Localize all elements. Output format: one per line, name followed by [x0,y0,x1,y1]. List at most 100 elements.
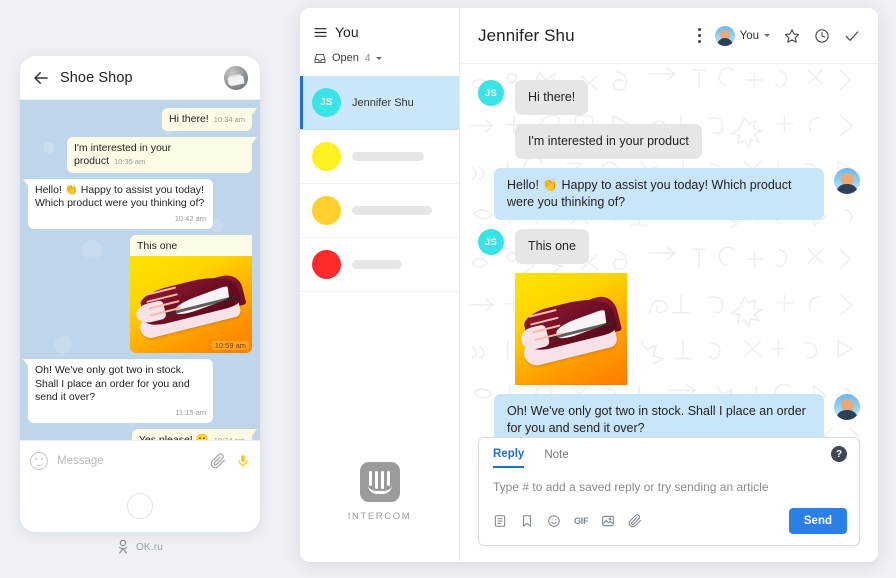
reply-composer: Reply Note ? Type # to add a saved reply… [478,437,860,546]
okru-logo-icon [118,540,128,554]
okru-footer: OK.ru [20,540,260,554]
list-item[interactable] [300,184,459,238]
agent-avatar [834,168,860,194]
intercom-branding: INTERCOM [300,462,459,562]
avatar: JS [312,88,341,117]
checkmark-close-icon[interactable] [844,28,860,44]
screenshot-stage: Shoe Shop Hi there! 10:34 am I'm interest… [0,0,896,578]
clock-snooze-icon[interactable] [814,28,830,44]
phone-message-row: Oh! We've only got two in stock. Shall I… [23,359,252,423]
star-icon[interactable] [784,28,800,44]
chevron-down-icon[interactable] [764,34,770,37]
image-icon[interactable] [601,514,615,528]
phone-bubble-image[interactable]: This one 10:59 am [130,235,252,353]
message-row: JS Hi there! [478,80,860,115]
phone-message-thread: Hi there! 10:34 am I'm interested in your… [20,100,260,440]
phone-message-time: 10:59 am [211,341,249,350]
gif-icon[interactable]: GIF [574,516,589,526]
avatar-spacer [478,124,504,150]
message-row: I'm interested in your product [478,124,860,159]
attachment-paperclip-icon[interactable] [628,514,642,528]
message-bubble-incoming: Hi there! [515,80,589,115]
assignee-label: You [739,29,759,42]
list-item[interactable] [300,130,459,184]
inbox-filter-count: 4 [364,52,371,64]
phone-bubble-outgoing: Hi there! 10:34 am [162,108,257,131]
sidebar-item-jennifer-shu[interactable]: JS Jennifer Shu [300,76,459,130]
phone-message-row: Yes please! 😄 10:34 am [28,429,258,440]
phone-bubble-outgoing: I'm interested in your product 10:35 am [67,136,257,173]
more-vertical-icon[interactable] [697,28,701,43]
composer-wrapper: Reply Note ? Type # to add a saved reply… [460,437,878,562]
list-item[interactable] [300,238,459,292]
placeholder-bar [352,260,402,269]
phone-bubble-incoming: Hello! 👏 Happy to assist you today! Whic… [23,178,213,229]
tab-note[interactable]: Note [544,449,568,467]
conversation-panel: Jennifer Shu You JS Hi there! I'm intere… [460,8,878,562]
avatar: JS [478,229,504,255]
avatar [312,142,341,171]
sneaker-product-image[interactable]: 10:59 am [130,256,252,353]
phone-message-text: Oh! We've only got two in stock. Shall I… [35,364,190,403]
emoji-smiley-icon[interactable] [30,451,48,470]
inbox-account-label: You [335,24,359,40]
saved-reply-bookmark-icon[interactable] [520,514,534,528]
tab-reply[interactable]: Reply [493,448,525,468]
phone-message-time: 10:34 am [213,115,245,124]
hamburger-menu-icon[interactable] [314,27,327,38]
phone-shop-title: Shoe Shop [60,69,133,86]
reply-input[interactable]: Type # to add a saved reply or try sendi… [479,468,859,508]
phone-mockup: Shoe Shop Hi there! 10:34 am I'm interest… [20,56,260,532]
phone-image-caption: This one [137,240,178,252]
okru-label: OK.ru [135,541,164,553]
agent-avatar [834,394,860,420]
messages-container: JS Hi there! I'm interested in your prod… [460,64,878,437]
avatar [312,250,341,279]
help-question-icon[interactable]: ? [831,446,847,462]
message-bubble-outgoing: Hello! 👏 Happy to assist you today! Whic… [494,168,824,220]
phone-message-time: 11:15 am [175,407,206,417]
placeholder-bar [352,152,424,161]
phone-message-input[interactable]: Message [57,455,210,467]
message-row: JS This one [478,229,860,264]
assignee-avatar [714,25,735,46]
home-button-icon[interactable] [127,493,153,519]
message-row: Oh! We've only got two in stock. Shall I… [478,394,860,437]
article-icon[interactable] [493,514,507,528]
emoji-icon[interactable] [547,514,561,528]
intercom-wordmark: INTERCOM [347,511,412,522]
paperclip-icon[interactable] [210,452,226,469]
phone-message-text: Yes please! 😄 [138,434,209,440]
composer-tabs: Reply Note ? [479,438,859,468]
message-thread: JS Hi there! I'm interested in your prod… [460,64,878,437]
header-actions: You [697,25,860,46]
message-image-attachment[interactable] [515,273,627,385]
page-title: Jennifer Shu [478,25,575,45]
placeholder-bar [352,206,432,215]
sneaker-product-image[interactable] [515,273,627,385]
phone-message-time: 10:34 am [214,436,245,440]
phone-message-time: 10:42 am [174,213,206,223]
chevron-down-icon[interactable] [376,56,383,60]
conversation-header: Jennifer Shu You [460,8,878,64]
phone-bubble-incoming: Oh! We've only got two in stock. Shall I… [23,359,213,423]
send-button[interactable]: Send [788,508,847,534]
inbox-filter[interactable]: Open 4 [300,50,459,76]
phone-bubble-outgoing: Yes please! 😄 10:34 am [131,429,258,440]
message-bubble-incoming: I'm interested in your product [515,124,702,159]
message-row [478,273,860,385]
message-row: Hello! 👏 Happy to assist you today! Whic… [478,168,860,220]
phone-home-indicator [20,480,260,532]
assignee-selector[interactable]: You [714,25,770,46]
phone-message-row: Hello! 👏 Happy to assist you today! Whic… [23,178,252,229]
back-arrow-icon[interactable] [32,69,50,87]
microphone-icon[interactable] [236,453,250,469]
intercom-window: You Open 4 JS Jennifer Shu INTERCOM Jenn… [300,8,878,562]
phone-chat-header: Shoe Shop [20,56,260,100]
phone-message-row: Hi there! 10:34 am [28,108,257,131]
conversation-name: Jennifer Shu [352,96,414,109]
conversation-list-panel: You Open 4 JS Jennifer Shu INTERCOM [300,8,460,562]
shop-avatar-icon[interactable] [224,65,248,90]
avatar: JS [478,80,504,106]
avatar [312,196,341,225]
